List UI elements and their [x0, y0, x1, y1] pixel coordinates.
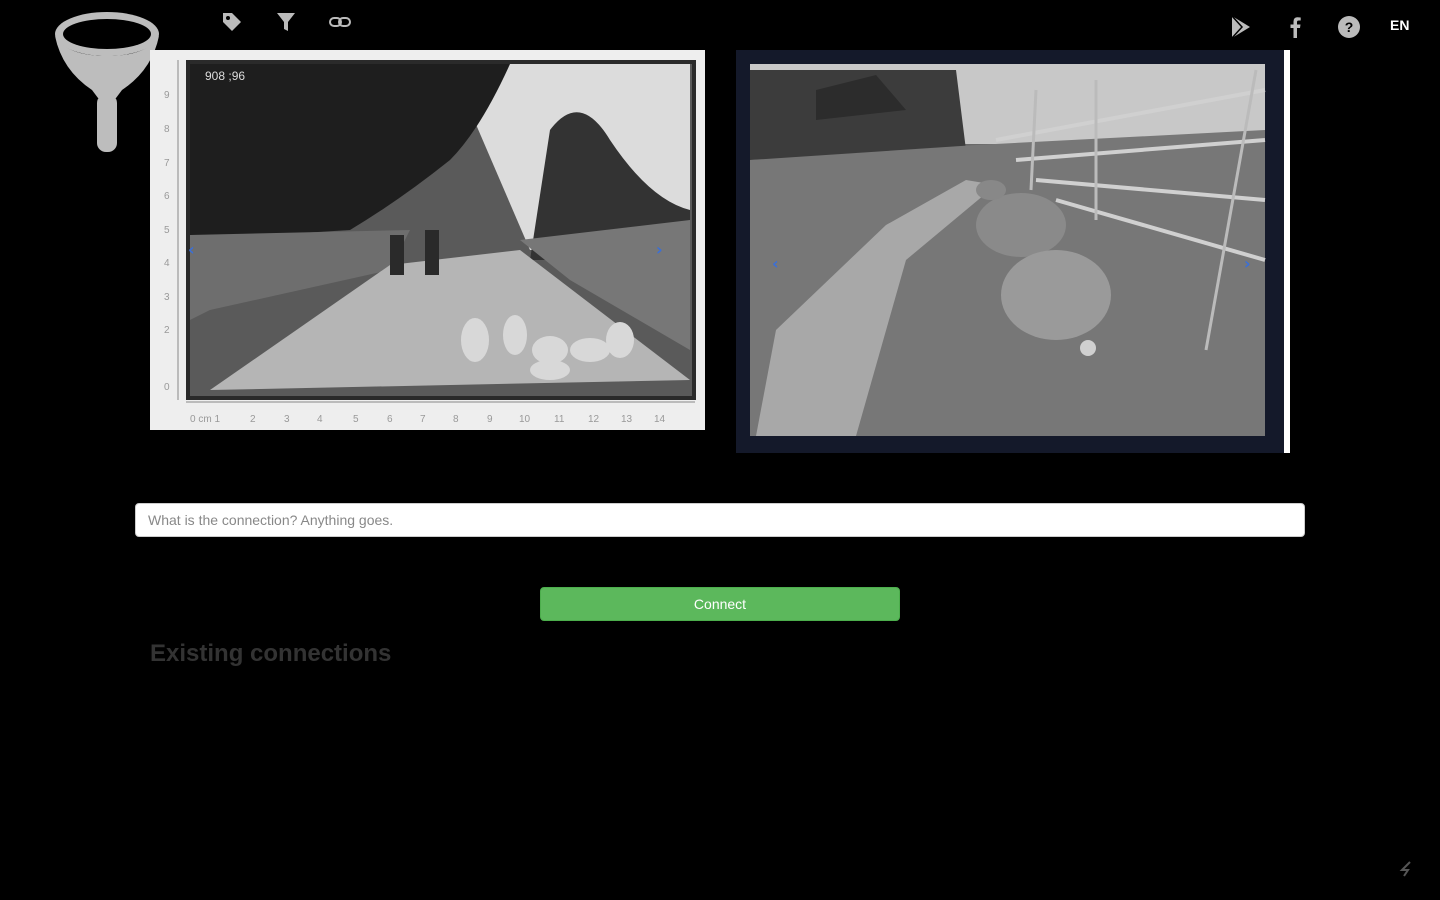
svg-text:0: 0: [164, 382, 170, 393]
svg-text:8: 8: [453, 414, 459, 425]
svg-text:13: 13: [621, 414, 633, 425]
svg-text:9: 9: [164, 90, 170, 101]
svg-text:2: 2: [164, 325, 170, 336]
language-selector[interactable]: EN: [1390, 17, 1409, 33]
link-icon[interactable]: [328, 10, 352, 34]
svg-text:12: 12: [588, 414, 600, 425]
svg-text:14: 14: [654, 414, 666, 425]
photo-left[interactable]: 0 2 3 4 5 6 7 8 9 0 cm 1 2 3 4 5 6 7 8 9 10 11 12 13 14: [150, 50, 705, 430]
photo-right[interactable]: ‹ ›: [736, 50, 1290, 453]
existing-connections-title: Existing connections: [150, 640, 392, 667]
svg-text:4: 4: [164, 258, 170, 269]
svg-text:11: 11: [554, 414, 565, 425]
photo-left-prev-arrow[interactable]: ‹: [188, 240, 195, 259]
help-icon[interactable]: ?: [1336, 14, 1362, 40]
photo-left-ruler-label: 908 ;96: [205, 69, 245, 83]
svg-text:4: 4: [317, 414, 323, 425]
svg-text:6: 6: [387, 414, 393, 425]
svg-text:6: 6: [164, 191, 170, 202]
svg-text:0 cm 1: 0 cm 1: [190, 414, 220, 425]
svg-text:?: ?: [1345, 19, 1354, 35]
photo-left-next-arrow[interactable]: ›: [656, 240, 663, 259]
svg-text:5: 5: [353, 414, 359, 425]
svg-text:5: 5: [164, 225, 170, 236]
filter-icon[interactable]: [274, 10, 298, 34]
svg-text:3: 3: [164, 292, 170, 303]
svg-text:2: 2: [250, 414, 256, 425]
facebook-icon[interactable]: [1282, 14, 1308, 40]
svg-text:7: 7: [164, 158, 170, 169]
connect-button[interactable]: Connect: [540, 587, 900, 621]
connection-input[interactable]: [135, 503, 1305, 537]
tag-icon[interactable]: [220, 10, 244, 34]
photo-right-next-arrow[interactable]: ›: [1244, 254, 1251, 273]
svg-text:8: 8: [164, 124, 170, 135]
svg-text:7: 7: [420, 414, 426, 425]
funnel-logo-icon[interactable]: [52, 10, 162, 155]
feedback-icon[interactable]: [1398, 860, 1414, 878]
google-play-icon[interactable]: [1228, 14, 1254, 40]
svg-text:9: 9: [487, 414, 493, 425]
photo-right-prev-arrow[interactable]: ‹: [772, 254, 779, 273]
svg-text:10: 10: [519, 414, 531, 425]
svg-text:3: 3: [284, 414, 290, 425]
